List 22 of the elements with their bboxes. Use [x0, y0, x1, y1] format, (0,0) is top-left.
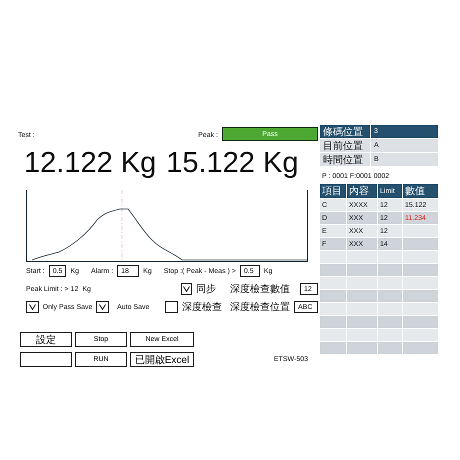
reading-value: 12.122 Kg — [24, 147, 156, 180]
info-name: 目前位置 — [320, 139, 370, 152]
column-header: 項目 — [320, 184, 346, 198]
check-icon — [99, 304, 106, 310]
column-header: 數值 — [403, 184, 438, 198]
checkbox[interactable] — [180, 283, 192, 295]
depth-value-label: 深度檢查數值 — [230, 282, 290, 296]
column-header: 內容 — [347, 184, 377, 198]
checkbox[interactable] — [26, 301, 39, 313]
blank-button[interactable] — [20, 352, 72, 367]
check-icon — [182, 286, 190, 292]
depth-check-label: 深度檢查 — [182, 300, 222, 314]
reading-value: 15.122 Kg — [166, 147, 298, 180]
check-icon — [28, 304, 36, 310]
depth-position-label: 深度檢查位置 — [230, 300, 290, 314]
info-name: 時間位置 — [320, 153, 370, 166]
checkbox[interactable] — [96, 301, 110, 313]
info-name: 條碼位置 — [320, 125, 370, 138]
sync-label: 同步 — [196, 282, 216, 296]
checkbox[interactable] — [165, 301, 178, 313]
action-button[interactable]: 已開啟Excel — [130, 352, 194, 367]
action-button[interactable]: 設定 — [20, 332, 72, 347]
